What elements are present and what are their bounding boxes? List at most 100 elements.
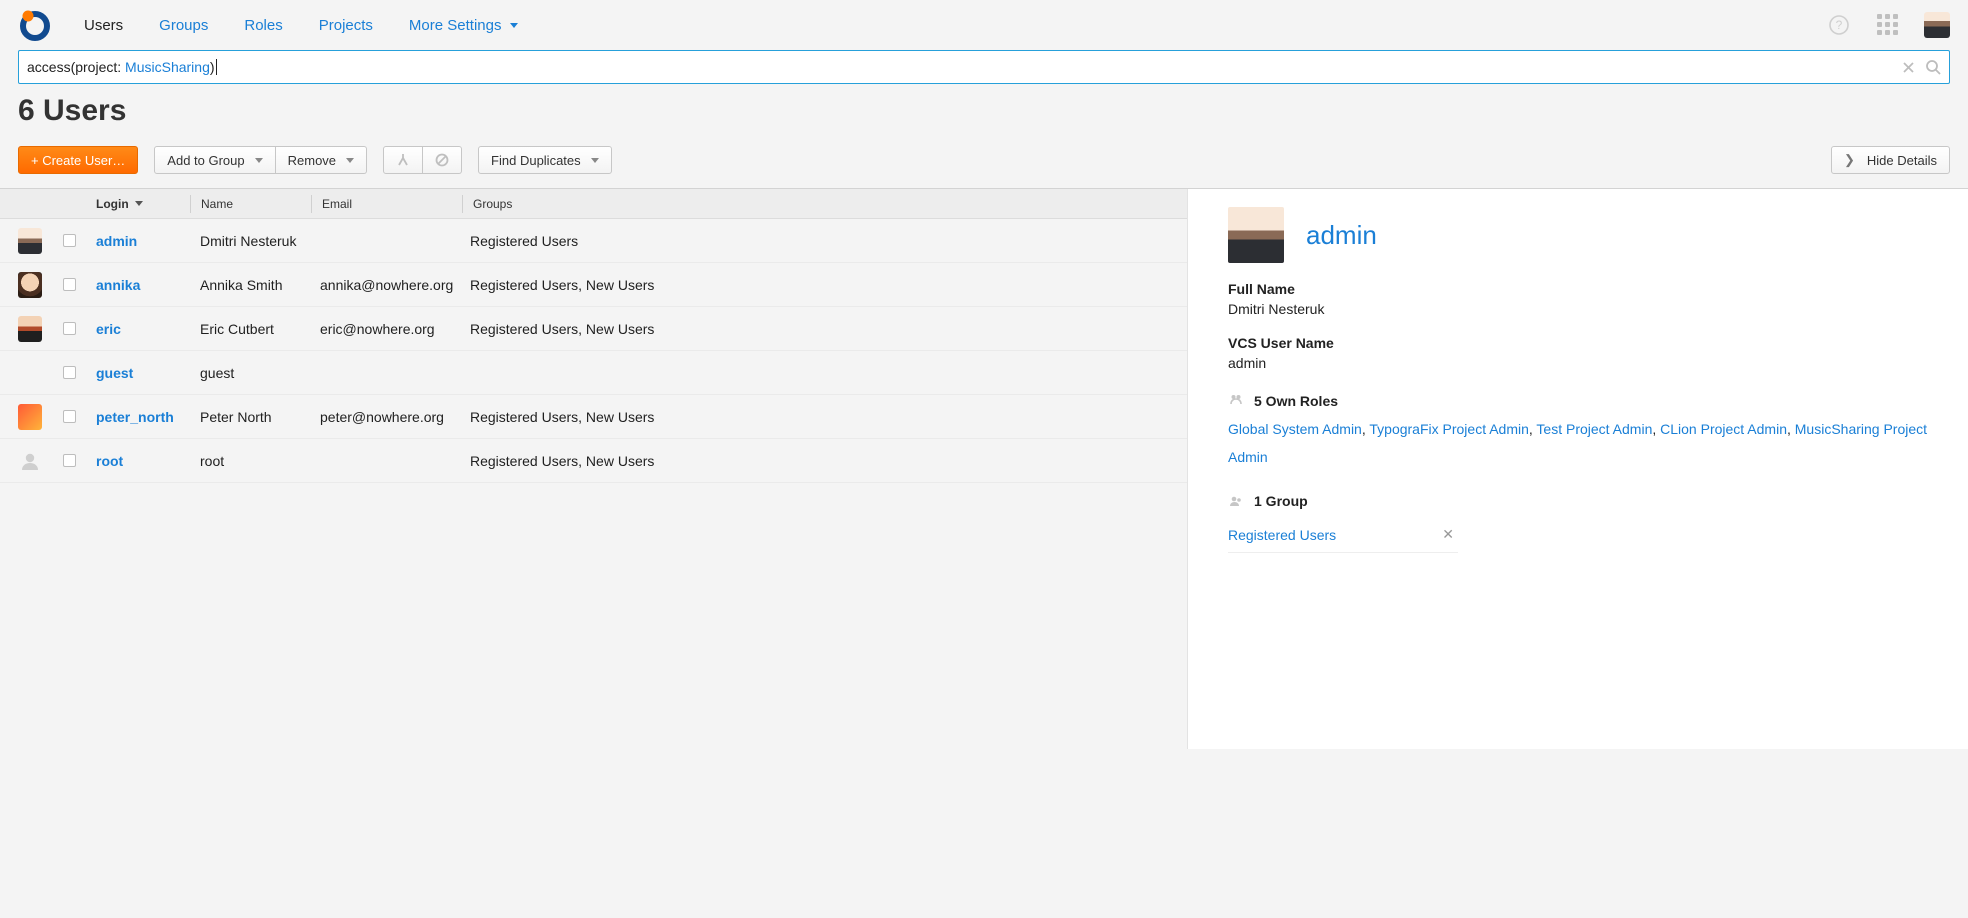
col-header-login[interactable]: Login	[86, 197, 190, 211]
nav-projects[interactable]: Projects	[319, 17, 373, 34]
caret-down-icon	[255, 158, 263, 163]
nav-roles[interactable]: Roles	[244, 17, 282, 34]
groups-section: 1 Group Registered Users ✕	[1228, 493, 1938, 553]
search-value: MusicSharing	[125, 59, 210, 75]
table-row[interactable]: admin Dmitri Nesteruk Registered Users	[0, 219, 1187, 263]
row-checkbox[interactable]	[63, 454, 76, 467]
user-login-link[interactable]: admin	[96, 233, 137, 249]
hide-details-label: Hide Details	[1867, 153, 1937, 168]
user-list: Login Name Email Groups admin Dmitri Nes…	[0, 189, 1188, 749]
search-icon[interactable]	[1925, 59, 1941, 75]
avatar	[18, 360, 42, 386]
user-groups: Registered Users, New Users	[460, 453, 1187, 469]
add-to-group-label: Add to Group	[167, 153, 244, 168]
main-nav: Users Groups Roles Projects More Setting…	[84, 17, 518, 34]
hide-details-button[interactable]: ❯ Hide Details	[1831, 146, 1950, 174]
top-bar: Users Groups Roles Projects More Setting…	[0, 0, 1968, 50]
table-header: Login Name Email Groups	[0, 189, 1187, 219]
avatar	[18, 316, 42, 342]
user-login-link[interactable]: root	[96, 453, 123, 469]
caret-down-icon	[346, 158, 354, 163]
merge-ban-group	[383, 146, 462, 174]
row-checkbox[interactable]	[63, 366, 76, 379]
page-title: 6 Users	[18, 94, 1950, 128]
detail-login-link[interactable]: admin	[1306, 220, 1377, 251]
table-row[interactable]: annika Annika Smith annika@nowhere.org R…	[0, 263, 1187, 307]
find-duplicates-button[interactable]: Find Duplicates	[478, 146, 612, 174]
table-row[interactable]: root root Registered Users, New Users	[0, 439, 1187, 483]
row-checkbox[interactable]	[63, 278, 76, 291]
role-link[interactable]: CLion Project Admin	[1660, 421, 1787, 437]
roles-list: Global System Admin, TypograFix Project …	[1228, 415, 1938, 471]
help-icon[interactable]: ?	[1828, 14, 1850, 36]
nav-more-settings-label: More Settings	[409, 17, 502, 34]
roles-title: 5 Own Roles	[1254, 393, 1338, 409]
apps-grid-icon[interactable]	[1876, 14, 1898, 36]
col-header-email[interactable]: Email	[312, 197, 462, 211]
user-groups: Registered Users, New Users	[460, 321, 1187, 337]
nav-more-settings[interactable]: More Settings	[409, 17, 518, 34]
col-header-name[interactable]: Name	[191, 197, 311, 211]
table-row[interactable]: guest guest	[0, 351, 1187, 395]
details-panel: admin Full Name Dmitri Nesteruk VCS User…	[1188, 189, 1968, 749]
role-link[interactable]: TypograFix Project Admin	[1369, 421, 1529, 437]
ban-button[interactable]	[423, 146, 462, 174]
avatar	[18, 228, 42, 254]
user-name: Annika Smith	[190, 277, 310, 293]
user-login-link[interactable]: eric	[96, 321, 121, 337]
roles-section: 5 Own Roles Global System Admin, Typogra…	[1228, 393, 1938, 471]
search-input[interactable]: access(project: MusicSharing)	[18, 50, 1950, 84]
row-checkbox[interactable]	[63, 322, 76, 335]
user-login-link[interactable]: peter_north	[96, 409, 174, 425]
search-text: access(project: MusicSharing)	[27, 59, 217, 75]
group-icon	[1228, 493, 1244, 509]
user-name: Peter North	[190, 409, 310, 425]
remove-label: Remove	[288, 153, 336, 168]
text-cursor	[216, 59, 217, 75]
toolbar: + Create User… Add to Group Remove Find …	[0, 140, 1968, 188]
merge-button[interactable]	[383, 146, 423, 174]
table-row[interactable]: eric Eric Cutbert eric@nowhere.org Regis…	[0, 307, 1187, 351]
chevron-right-icon: ❯	[1844, 152, 1855, 168]
table-row[interactable]: peter_north Peter North peter@nowhere.or…	[0, 395, 1187, 439]
detail-avatar	[1228, 207, 1284, 263]
user-email: peter@nowhere.org	[310, 409, 460, 425]
group-row: Registered Users ✕	[1228, 517, 1458, 553]
svg-text:?: ?	[1836, 18, 1843, 32]
user-groups: Registered Users	[460, 233, 1187, 249]
nav-users[interactable]: Users	[84, 17, 123, 34]
role-link[interactable]: Test Project Admin	[1536, 421, 1652, 437]
bulk-actions-group: Add to Group Remove	[154, 146, 367, 174]
add-to-group-button[interactable]: Add to Group	[154, 146, 275, 174]
remove-button[interactable]: Remove	[276, 146, 367, 174]
user-groups: Registered Users, New Users	[460, 409, 1187, 425]
user-login-link[interactable]: annika	[96, 277, 140, 293]
col-header-groups[interactable]: Groups	[463, 197, 1187, 211]
current-user-avatar[interactable]	[1924, 12, 1950, 38]
row-checkbox[interactable]	[63, 410, 76, 423]
create-user-button[interactable]: + Create User…	[18, 146, 138, 174]
app-logo[interactable]	[18, 8, 52, 42]
detail-fullname-label: Full Name	[1228, 281, 1938, 297]
avatar-placeholder-icon	[18, 448, 42, 474]
find-duplicates-label: Find Duplicates	[491, 153, 581, 168]
detail-fullname-value: Dmitri Nesteruk	[1228, 301, 1938, 317]
top-right: ?	[1828, 12, 1950, 38]
groups-title: 1 Group	[1254, 493, 1308, 509]
avatar	[18, 272, 42, 298]
row-checkbox[interactable]	[63, 234, 76, 247]
search-prefix: access(project:	[27, 59, 125, 75]
role-link[interactable]: Global System Admin	[1228, 421, 1362, 437]
avatar	[18, 404, 42, 430]
user-name: guest	[190, 365, 310, 381]
clear-icon[interactable]	[1902, 61, 1915, 74]
sort-desc-icon	[135, 201, 143, 206]
group-link[interactable]: Registered Users	[1228, 527, 1336, 543]
user-login-link[interactable]: guest	[96, 365, 133, 381]
detail-vcs-value: admin	[1228, 355, 1938, 371]
nav-groups[interactable]: Groups	[159, 17, 208, 34]
caret-down-icon	[510, 23, 518, 28]
remove-group-icon[interactable]: ✕	[1438, 522, 1458, 547]
user-name: root	[190, 453, 310, 469]
search-suffix: )	[210, 59, 215, 75]
